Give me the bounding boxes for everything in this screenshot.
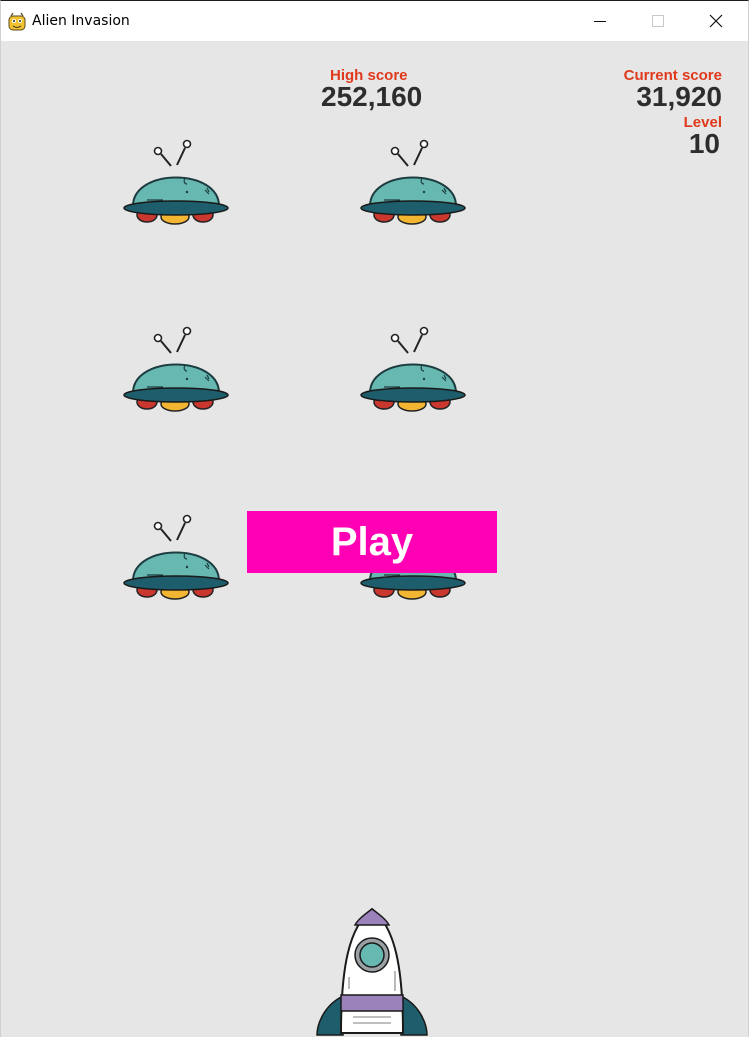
pygame-snake-icon (8, 12, 26, 31)
alien-ufo-icon (360, 138, 466, 226)
maximize-button[interactable] (629, 1, 687, 41)
close-icon (709, 14, 723, 28)
alien-ufo-icon (123, 513, 229, 601)
level-value: 10 (688, 128, 720, 159)
alien-ufo-icon (123, 325, 229, 413)
minimize-button[interactable] (571, 1, 629, 41)
play-button[interactable]: Play (247, 511, 497, 573)
alien-ufo-icon (360, 325, 466, 413)
game-area[interactable]: High score 252,160 Current score 31,920 … (1, 41, 748, 1037)
rocket-ship-icon (316, 907, 428, 1036)
minimize-icon (594, 21, 606, 22)
maximize-icon (652, 15, 664, 27)
title-bar[interactable]: Alien Invasion (1, 1, 748, 41)
game-window: Alien Invasion High score 252,160 Curren… (0, 0, 749, 1037)
alien-ufo-icon (123, 138, 229, 226)
window-title: Alien Invasion (32, 13, 130, 29)
close-button[interactable] (687, 1, 745, 41)
current-score-value: 31,920 (636, 81, 722, 112)
high-score-value: 252,160 (321, 81, 423, 112)
